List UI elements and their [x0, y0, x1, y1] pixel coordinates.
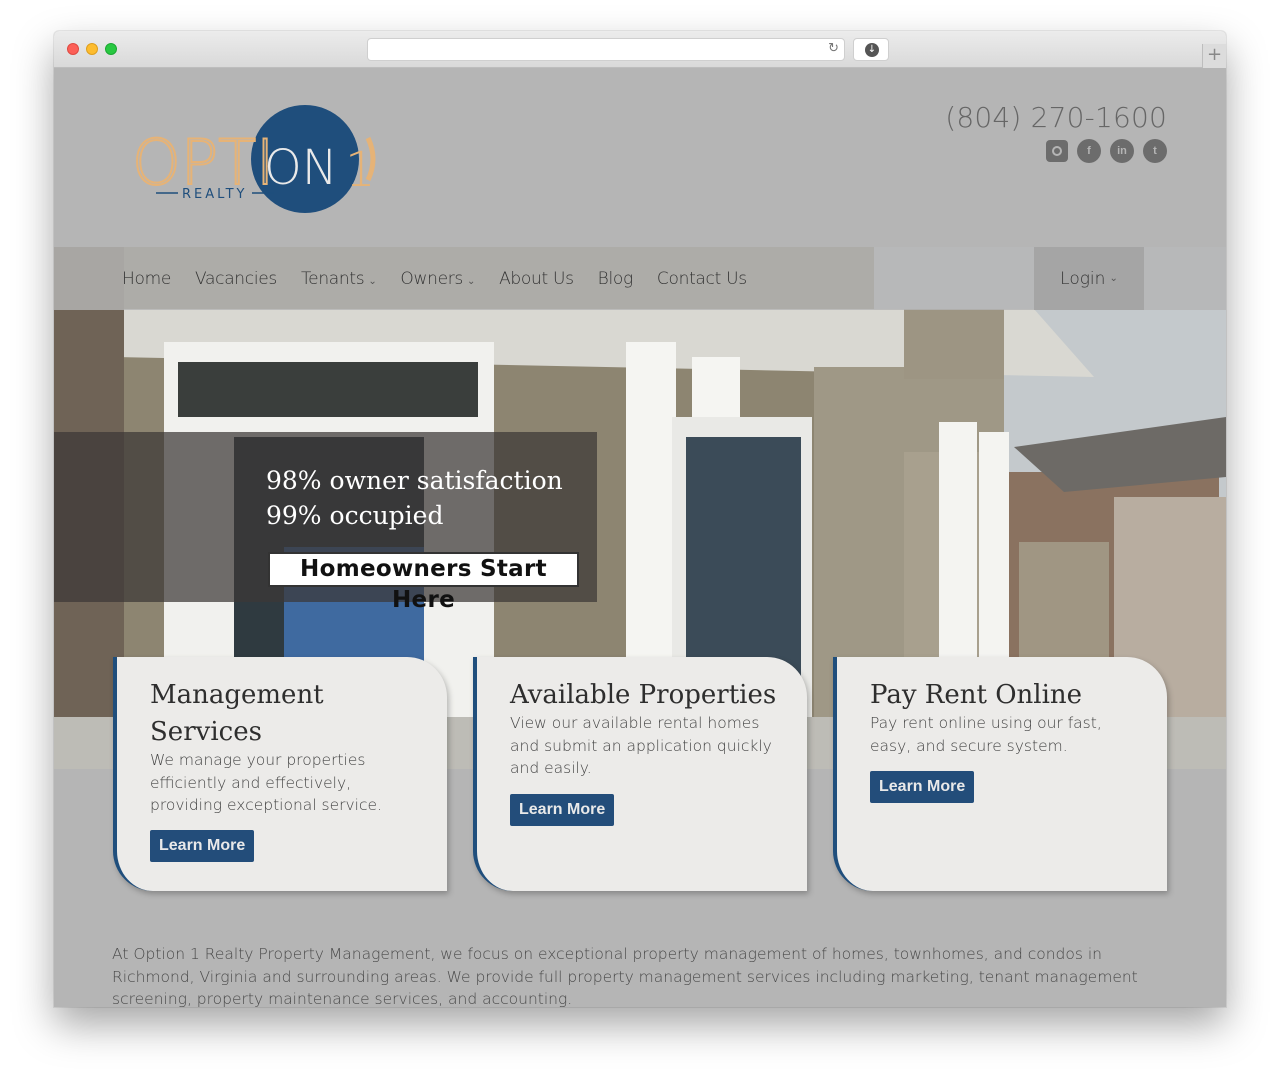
- phone-number[interactable]: (804) 270-1600: [945, 101, 1167, 134]
- service-card-properties: Available Properties View our available …: [473, 657, 807, 891]
- learn-more-button[interactable]: Learn More: [870, 771, 975, 803]
- about-paragraph: At Option 1 Realty Property Management, …: [112, 945, 1138, 1007]
- nav-item-owners[interactable]: Owners ⌄: [400, 269, 475, 289]
- card-description: We manage your properties efficiently an…: [150, 751, 382, 814]
- card-title: Management Services: [150, 680, 324, 747]
- nav-label: About Us: [499, 268, 574, 289]
- main-navigation: Home Vacancies Tenants ⌄ Owners ⌄ About Us…: [54, 247, 1226, 310]
- nav-label: Owners: [400, 268, 463, 289]
- chevron-down-icon: ⌄: [466, 275, 476, 287]
- card-title: Pay Rent Online: [870, 680, 1083, 710]
- service-card-pay-rent: Pay Rent Online Pay rent online using ou…: [833, 657, 1167, 891]
- occupancy-stat: 99% occupied: [266, 501, 444, 530]
- nav-item-vacancies[interactable]: Vacancies: [195, 269, 277, 289]
- facebook-icon[interactable]: f: [1077, 139, 1101, 163]
- nav-item-contact[interactable]: Contact Us: [657, 269, 747, 289]
- nav-label: Blog: [597, 268, 634, 289]
- nav-item-home[interactable]: Home: [122, 269, 171, 289]
- svg-text:1: 1: [345, 142, 376, 198]
- nav-label: Tenants: [300, 268, 365, 289]
- instagram-icon[interactable]: [1046, 140, 1068, 162]
- owner-satisfaction-stat: 98% owner satisfaction: [266, 466, 563, 495]
- downloads-button[interactable]: ↓: [853, 38, 889, 61]
- chevron-down-icon: ⌄: [1109, 273, 1118, 284]
- new-tab-button[interactable]: +: [1202, 44, 1226, 68]
- site-header: OPTI ON 1 REALTY (804) 270-1600 f in t: [54, 68, 1226, 247]
- service-card-management: Management Services We manage your prope…: [113, 657, 447, 891]
- chevron-down-icon: ⌄: [368, 275, 377, 287]
- nav-label: Contact Us: [656, 268, 747, 289]
- close-window-button[interactable]: [67, 43, 79, 55]
- address-bar[interactable]: ↻: [367, 38, 845, 61]
- nav-label: Home: [122, 268, 172, 289]
- browser-window: ↻ ↓ + OPTI ON 1 REALTY (804) 270-1600 f …: [54, 31, 1226, 1007]
- download-icon: ↓: [865, 43, 879, 57]
- nav-item-blog[interactable]: Blog: [597, 268, 634, 289]
- option1-realty-logo[interactable]: OPTI ON 1 REALTY: [132, 102, 382, 214]
- browser-titlebar: ↻ ↓ +: [54, 31, 1226, 68]
- twitter-icon[interactable]: t: [1143, 139, 1167, 163]
- zoom-window-button[interactable]: [105, 43, 117, 55]
- linkedin-icon[interactable]: in: [1110, 139, 1134, 163]
- learn-more-button[interactable]: Learn More: [510, 794, 615, 826]
- reload-icon[interactable]: ↻: [828, 41, 839, 56]
- login-menu[interactable]: Login ⌄: [1034, 247, 1144, 310]
- promo-overlay: 98% owner satisfaction 99% occupied Home…: [54, 432, 597, 613]
- social-links: f in t: [1046, 139, 1167, 163]
- nav-label: Vacancies: [195, 268, 277, 289]
- nav-menu: Home Vacancies Tenants ⌄ Owners ⌄ About Us…: [122, 247, 747, 310]
- learn-more-button[interactable]: Learn More: [150, 830, 255, 862]
- svg-text:ON: ON: [264, 140, 338, 196]
- card-description: View our available rental homes and subm…: [510, 714, 772, 777]
- nav-item-tenants[interactable]: Tenants ⌄: [300, 268, 377, 289]
- card-title: Available Properties: [510, 680, 777, 710]
- nav-item-about[interactable]: About Us: [499, 269, 574, 289]
- card-description: Pay rent online using our fast, easy, an…: [870, 714, 1102, 755]
- homeowners-start-button[interactable]: Homeowners Start Here: [268, 552, 579, 613]
- minimize-window-button[interactable]: [86, 43, 98, 55]
- svg-text:REALTY: REALTY: [182, 187, 247, 202]
- login-label: Login: [1060, 268, 1106, 289]
